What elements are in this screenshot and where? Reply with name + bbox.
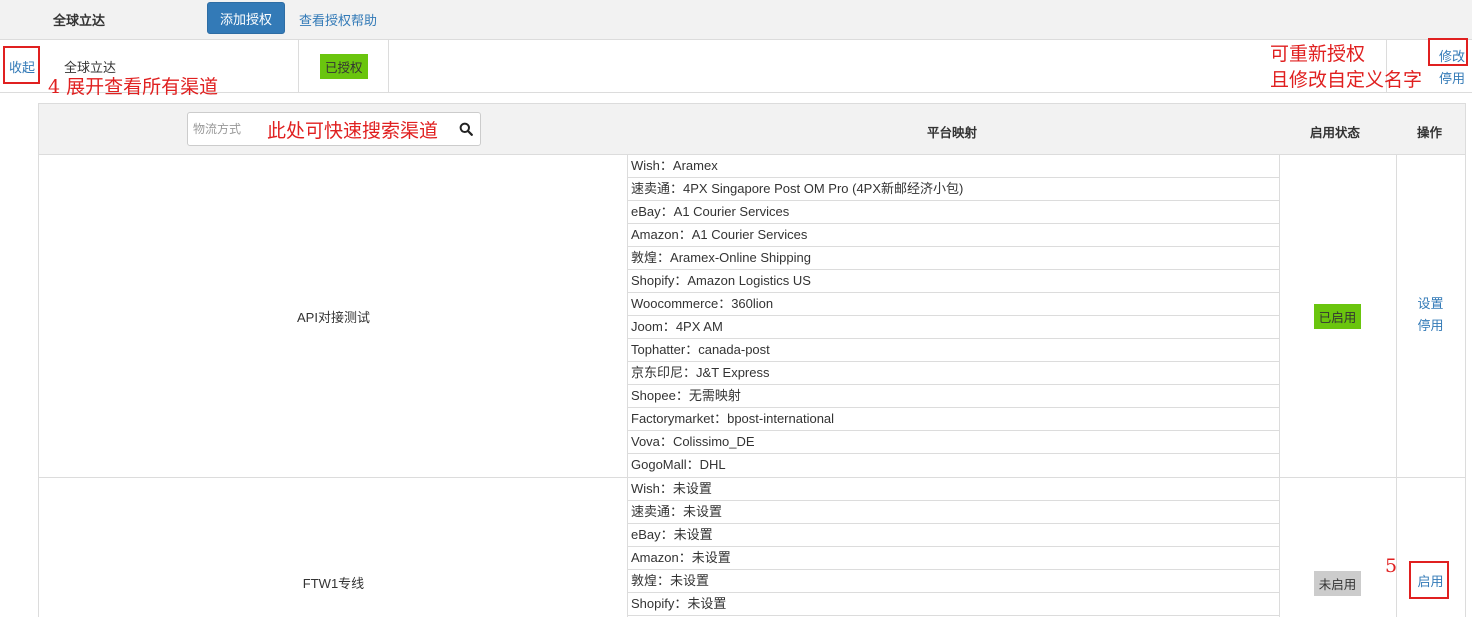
mapping-platform: GogoMall	[631, 457, 700, 472]
mapping-platform: Factorymarket	[631, 411, 727, 426]
mapping-value: 4PX Singapore Post OM Pro (4PX新邮经济小包)	[683, 181, 964, 196]
mapping-value: 无需映射	[688, 388, 741, 403]
mapping-item: 速卖通未设置	[628, 501, 1279, 524]
status-cell: 未启用	[1279, 571, 1396, 596]
mapping-platform: 京东印尼	[631, 365, 696, 380]
mapping-platform: eBay	[631, 204, 674, 219]
header-enable-status: 启用状态	[1310, 126, 1361, 140]
column-divider	[298, 40, 299, 92]
mapping-item: WishAramex	[628, 155, 1279, 178]
auth-help-link[interactable]: 查看授权帮助	[299, 10, 377, 29]
mapping-value: 未设置	[672, 481, 712, 496]
mapping-item: Woocommerce360lion	[628, 293, 1279, 316]
mapping-value: A1 Courier Services	[673, 204, 790, 219]
annotation-expand-channels: 4 展开查看所有渠道	[48, 76, 219, 98]
mapping-value: 4PX AM	[675, 319, 723, 334]
top-toolbar: 全球立达 添加授权 查看授权帮助	[0, 0, 1472, 40]
account-row: 收起 全球立达 已授权 修改 停用	[0, 40, 1472, 93]
provider-title: 全球立达	[53, 13, 106, 28]
mapping-item: Tophattercanada-post	[628, 339, 1279, 362]
settings-link[interactable]: 设置	[1396, 293, 1465, 315]
annotation-search-hint: 此处可快速搜索渠道	[267, 120, 439, 142]
mapping-item: 敦煌Aramex-Online Shipping	[628, 247, 1279, 270]
mapping-value: DHL	[699, 457, 726, 472]
mapping-item: VovaColissimo_DE	[628, 431, 1279, 454]
channel-name: API对接测试	[297, 310, 370, 325]
mapping-item: Shopee无需映射	[628, 385, 1279, 408]
mapping-value: 未设置	[687, 596, 727, 611]
annotation-rename: 且修改自定义名字	[1270, 69, 1423, 91]
mapping-item: AmazonA1 Courier Services	[628, 224, 1279, 247]
cell-divider	[1279, 478, 1280, 617]
platform-mapping-list: Wish未设置 速卖通未设置 eBay未设置 Amazon未设置 敦煌未设置 S…	[628, 478, 1279, 616]
header-operations: 操作	[1417, 126, 1443, 140]
disable-account-link[interactable]: 停用	[1439, 68, 1465, 87]
mapping-platform: 速卖通	[631, 181, 683, 196]
mapping-item: 速卖通4PX Singapore Post OM Pro (4PX新邮经济小包)	[628, 178, 1279, 201]
annotation-highlight-box	[1409, 561, 1449, 599]
cell-divider	[1396, 478, 1397, 617]
header-platform-mapping: 平台映射	[927, 126, 978, 140]
operations-cell: 设置 停用	[1396, 293, 1465, 337]
mapping-platform: 敦煌	[631, 573, 670, 588]
authorized-badge: 已授权	[320, 54, 368, 79]
mapping-platform: Shopify	[631, 273, 687, 288]
mapping-value: Colissimo_DE	[672, 434, 755, 449]
annotation-highlight-box	[3, 46, 40, 84]
mapping-value: A1 Courier Services	[691, 227, 808, 242]
disabled-badge: 未启用	[1313, 571, 1362, 596]
mapping-platform: 敦煌	[631, 250, 670, 265]
annotation-highlight-box	[1428, 38, 1468, 66]
mapping-item: Joom4PX AM	[628, 316, 1279, 339]
mapping-platform: Wish	[631, 481, 673, 496]
mapping-platform: Tophatter	[631, 342, 698, 357]
channel-table: 平台映射 启用状态 操作 API对接测试 WishAramex 速卖通4PX S…	[38, 103, 1466, 617]
mapping-platform: Joom	[631, 319, 676, 334]
mapping-platform: 速卖通	[631, 504, 683, 519]
mapping-item: Shopify未设置	[628, 593, 1279, 616]
mapping-platform: Shopee	[631, 388, 689, 403]
mapping-item: Amazon未设置	[628, 547, 1279, 570]
mapping-platform: Amazon	[631, 550, 692, 565]
mapping-value: 360lion	[731, 296, 774, 311]
table-row: API对接测试 WishAramex 速卖通4PX Singapore Post…	[39, 155, 1465, 478]
mapping-item: 京东印尼J&T Express	[628, 362, 1279, 385]
mapping-item: GogoMallDHL	[628, 454, 1279, 477]
mapping-item: 敦煌未设置	[628, 570, 1279, 593]
mapping-value: 未设置	[691, 550, 731, 565]
mapping-value: Aramex-Online Shipping	[670, 250, 811, 265]
table-header: 平台映射 启用状态 操作	[39, 104, 1465, 155]
mapping-platform: Shopify	[631, 596, 687, 611]
search-icon[interactable]	[459, 122, 473, 136]
mapping-platform: Woocommerce	[631, 296, 731, 311]
mapping-value: 未设置	[673, 527, 713, 542]
mapping-item: Wish未设置	[628, 478, 1279, 501]
mapping-platform: eBay	[631, 527, 674, 542]
status-cell: 已启用	[1279, 304, 1396, 329]
mapping-value: canada-post	[698, 342, 770, 357]
mapping-platform: Vova	[631, 434, 673, 449]
mapping-value: Aramex	[672, 158, 718, 173]
add-authorization-button[interactable]: 添加授权	[207, 2, 285, 34]
mapping-item: Factorymarketbpost-international	[628, 408, 1279, 431]
mapping-value: J&T Express	[696, 365, 770, 380]
mapping-platform: Amazon	[631, 227, 692, 242]
mapping-item: eBay未设置	[628, 524, 1279, 547]
mapping-value: 未设置	[670, 573, 710, 588]
platform-mapping-list: WishAramex 速卖通4PX Singapore Post OM Pro …	[628, 155, 1279, 477]
table-row: FTW1专线 Wish未设置 速卖通未设置 eBay未设置 Amazon未设置 …	[39, 478, 1465, 617]
annotation-reauthorize: 可重新授权	[1270, 43, 1366, 65]
mapping-item: ShopifyAmazon Logistics US	[628, 270, 1279, 293]
mapping-value: 未设置	[683, 504, 723, 519]
mapping-value: Amazon Logistics US	[687, 273, 811, 288]
column-divider	[388, 40, 389, 92]
disable-channel-link[interactable]: 停用	[1396, 315, 1465, 337]
channel-name: FTW1专线	[302, 576, 365, 591]
annotation-step-five: 5	[1385, 555, 1398, 577]
mapping-platform: Wish	[631, 158, 673, 173]
mapping-value: bpost-international	[727, 411, 835, 426]
mapping-item: eBayA1 Courier Services	[628, 201, 1279, 224]
enabled-badge: 已启用	[1313, 304, 1362, 329]
